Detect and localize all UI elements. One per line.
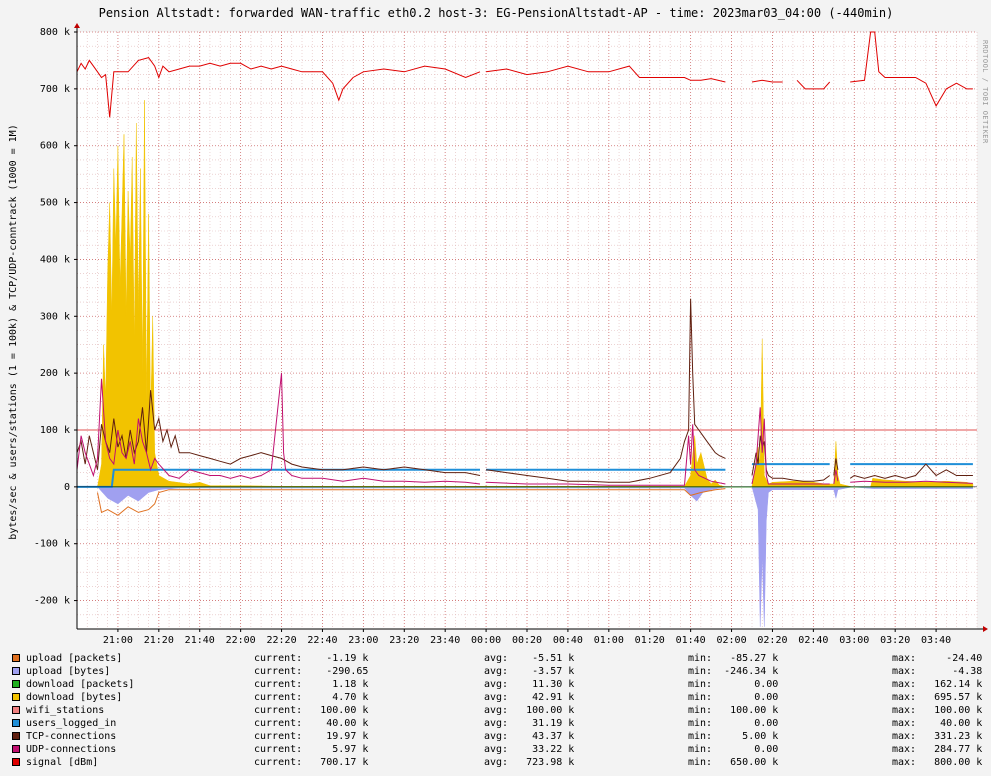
- legend-min: min: 5.00 k: [688, 731, 779, 742]
- x-tick-label: 21:00: [103, 635, 133, 646]
- legend-max: max: 331.23 k: [892, 731, 983, 742]
- legend-swatch: [12, 667, 20, 675]
- legend-max: max: -4.38: [892, 666, 983, 677]
- x-tick-label: 21:40: [185, 635, 215, 646]
- legend-label: wifi_stations: [26, 705, 105, 716]
- y-tick-label: 700 k: [40, 84, 70, 95]
- legend-label: TCP-connections: [26, 731, 117, 742]
- legend-label: download [bytes]: [26, 692, 123, 703]
- legend-avg: avg: 42.91 k: [484, 692, 575, 703]
- legend-avg: avg: 43.37 k: [484, 731, 575, 742]
- x-tick-label: 02:40: [798, 635, 828, 646]
- x-tick-label: 03:40: [921, 635, 951, 646]
- legend-min: min: -85.27 k: [688, 653, 779, 664]
- x-tick-label: 02:20: [757, 635, 787, 646]
- legend-max: max: -24.40: [892, 653, 983, 664]
- legend-min: min: -246.34 k: [688, 666, 779, 677]
- legend-current: current: 4.70 k: [254, 692, 369, 703]
- legend-label: upload [bytes]: [26, 666, 111, 677]
- x-tick-label: 00:20: [512, 635, 542, 646]
- legend-swatch: [12, 719, 20, 727]
- legend-current: current: 1.18 k: [254, 679, 369, 690]
- legend-swatch: [12, 680, 20, 688]
- chart-title: Pension Altstadt: forwarded WAN-traffic …: [99, 6, 894, 20]
- y-tick-label: 600 k: [40, 141, 70, 152]
- legend-current: current: 100.00 k: [254, 705, 369, 716]
- legend-current: current: 700.17 k: [254, 757, 369, 768]
- x-tick-label: 23:00: [348, 635, 378, 646]
- y-tick-label: 800 k: [40, 27, 70, 38]
- x-tick-label: 22:20: [266, 635, 296, 646]
- plot-area: 800 k 700 k 600 k 500 k 400 k 300 k 200 k 100 k…: [34, 23, 988, 646]
- legend-max: max: 695.57 k: [892, 692, 983, 703]
- y-tick-label: 400 k: [40, 254, 70, 265]
- legend-swatch: [12, 758, 20, 766]
- legend-max: max: 162.14 k: [892, 679, 983, 690]
- legend-swatch: [12, 745, 20, 753]
- legend-min: min: 100.00 k: [688, 705, 779, 716]
- legend-current: current: -1.19 k: [254, 653, 369, 664]
- legend-avg: avg: -5.51 k: [484, 653, 575, 664]
- legend-min: min: 0.00: [688, 679, 779, 690]
- y-tick-label: 100 k: [40, 425, 70, 436]
- x-tick-label: 01:40: [676, 635, 706, 646]
- x-tick-label: 00:00: [471, 635, 501, 646]
- legend-current: current: 40.00 k: [254, 718, 369, 729]
- legend-swatch: [12, 693, 20, 701]
- legend-swatch: [12, 654, 20, 662]
- legend-max: max: 284.77 k: [892, 744, 983, 755]
- legend-min: min: 650.00 k: [688, 757, 779, 768]
- y-tick-label: -200 k: [34, 596, 70, 607]
- y-tick-label: 200 k: [40, 368, 70, 379]
- x-tick-label: 03:20: [880, 635, 910, 646]
- legend-max: max: 40.00 k: [892, 718, 983, 729]
- x-tick-label: 23:20: [389, 635, 419, 646]
- rrdtool-credit: RRDTOOL / TOBI OETIKER: [981, 40, 989, 144]
- x-tick-label: 22:40: [307, 635, 337, 646]
- y-tick-label: 0: [64, 482, 70, 493]
- x-tick-label: 23:40: [430, 635, 460, 646]
- y-tick-label: 300 k: [40, 311, 70, 322]
- graph-canvas: Pension Altstadt: forwarded WAN-traffic …: [0, 0, 991, 650]
- legend-avg: avg: 723.98 k: [484, 757, 575, 768]
- x-tick-label: 01:20: [635, 635, 665, 646]
- legend-avg: avg: 11.30 k: [484, 679, 575, 690]
- legend-label: upload [packets]: [26, 653, 123, 664]
- legend-min: min: 0.00: [688, 692, 779, 703]
- legend-avg: avg: 33.22 k: [484, 744, 575, 755]
- legend-max: max: 100.00 k: [892, 705, 983, 716]
- legend-swatch: [12, 732, 20, 740]
- y-axis-label: bytes/sec & users/stations (1 = 100k) & …: [8, 124, 19, 539]
- legend-min: min: 0.00: [688, 718, 779, 729]
- legend-min: min: 0.00: [688, 744, 779, 755]
- x-tick-label: 22:00: [226, 635, 256, 646]
- x-tick-label: 01:00: [594, 635, 624, 646]
- x-tick-label: 02:00: [716, 635, 746, 646]
- legend-label: UDP-connections: [26, 744, 117, 755]
- y-tick-label: 500 k: [40, 198, 70, 209]
- legend-label: users_logged_in: [26, 718, 117, 729]
- legend-current: current: -290.65: [254, 666, 369, 677]
- legend-swatch: [12, 706, 20, 714]
- x-tick-label: 00:40: [553, 635, 583, 646]
- legend-label: download [packets]: [26, 679, 135, 690]
- legend-avg: avg: 100.00 k: [484, 705, 575, 716]
- x-tick-label: 03:00: [839, 635, 869, 646]
- y-tick-label: -100 k: [34, 539, 70, 550]
- legend-label: signal [dBm]: [26, 757, 99, 768]
- legend-current: current: 5.97 k: [254, 744, 369, 755]
- legend-current: current: 19.97 k: [254, 731, 369, 742]
- legend-avg: avg: -3.57 k: [484, 666, 575, 677]
- legend-avg: avg: 31.19 k: [484, 718, 575, 729]
- legend-max: max: 800.00 k: [892, 757, 983, 768]
- x-tick-label: 21:20: [144, 635, 174, 646]
